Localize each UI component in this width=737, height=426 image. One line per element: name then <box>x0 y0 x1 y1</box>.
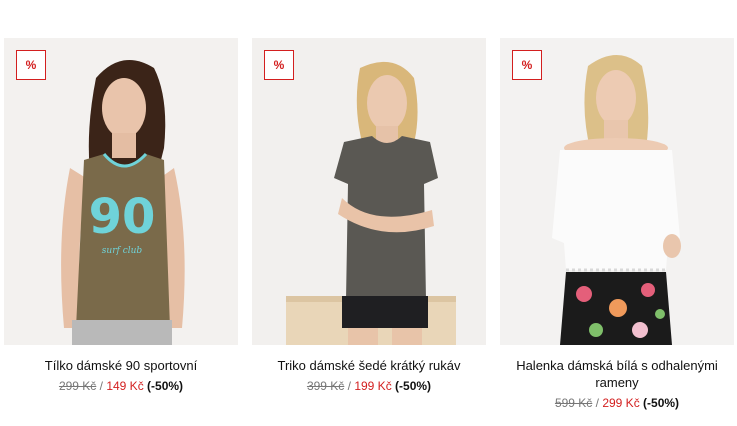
discount-badge: % <box>264 50 294 80</box>
print-text: surf club <box>102 246 143 256</box>
product-price: 599 Kč / 299 Kč (-50%) <box>500 395 734 411</box>
price-separator: / <box>595 396 599 410</box>
product-card[interactable]: 90 surf club % Tílko dámské 90 sportovní… <box>4 38 238 394</box>
product-grid: 90 surf club % Tílko dámské 90 sportovní… <box>0 0 737 426</box>
sale-price: 299 Kč <box>602 396 640 410</box>
print-number: 90 <box>89 189 156 245</box>
sale-price: 149 Kč <box>106 379 144 393</box>
sale-price: 199 Kč <box>354 379 392 393</box>
product-price: 399 Kč / 199 Kč (-50%) <box>252 378 486 394</box>
product-name[interactable]: Halenka dámská bílá s odhalenými rameny <box>500 357 734 391</box>
price-separator: / <box>347 379 351 393</box>
product-image[interactable]: % <box>500 38 734 345</box>
product-photo-tshirt <box>252 38 486 345</box>
product-image[interactable]: 90 surf club % <box>4 38 238 345</box>
product-name[interactable]: Triko dámské šedé krátký rukáv <box>252 357 486 374</box>
product-price: 299 Kč / 149 Kč (-50%) <box>4 378 238 394</box>
old-price: 599 Kč <box>554 396 593 410</box>
discount-percent: (-50%) <box>395 379 432 393</box>
discount-badge: % <box>512 50 542 80</box>
price-separator: / <box>99 379 103 393</box>
product-photo-tank-top: 90 surf club <box>4 38 238 345</box>
discount-percent: (-50%) <box>643 396 680 410</box>
old-price: 299 Kč <box>58 379 97 393</box>
discount-percent: (-50%) <box>147 379 184 393</box>
old-price: 399 Kč <box>306 379 345 393</box>
product-card[interactable]: % Halenka dámská bílá s odhalenými ramen… <box>500 38 734 411</box>
discount-badge: % <box>16 50 46 80</box>
product-photo-blouse <box>500 38 734 345</box>
product-card[interactable]: % Triko dámské šedé krátký rukáv 399 Kč … <box>252 38 486 394</box>
product-image[interactable]: % <box>252 38 486 345</box>
product-name[interactable]: Tílko dámské 90 sportovní <box>4 357 238 374</box>
